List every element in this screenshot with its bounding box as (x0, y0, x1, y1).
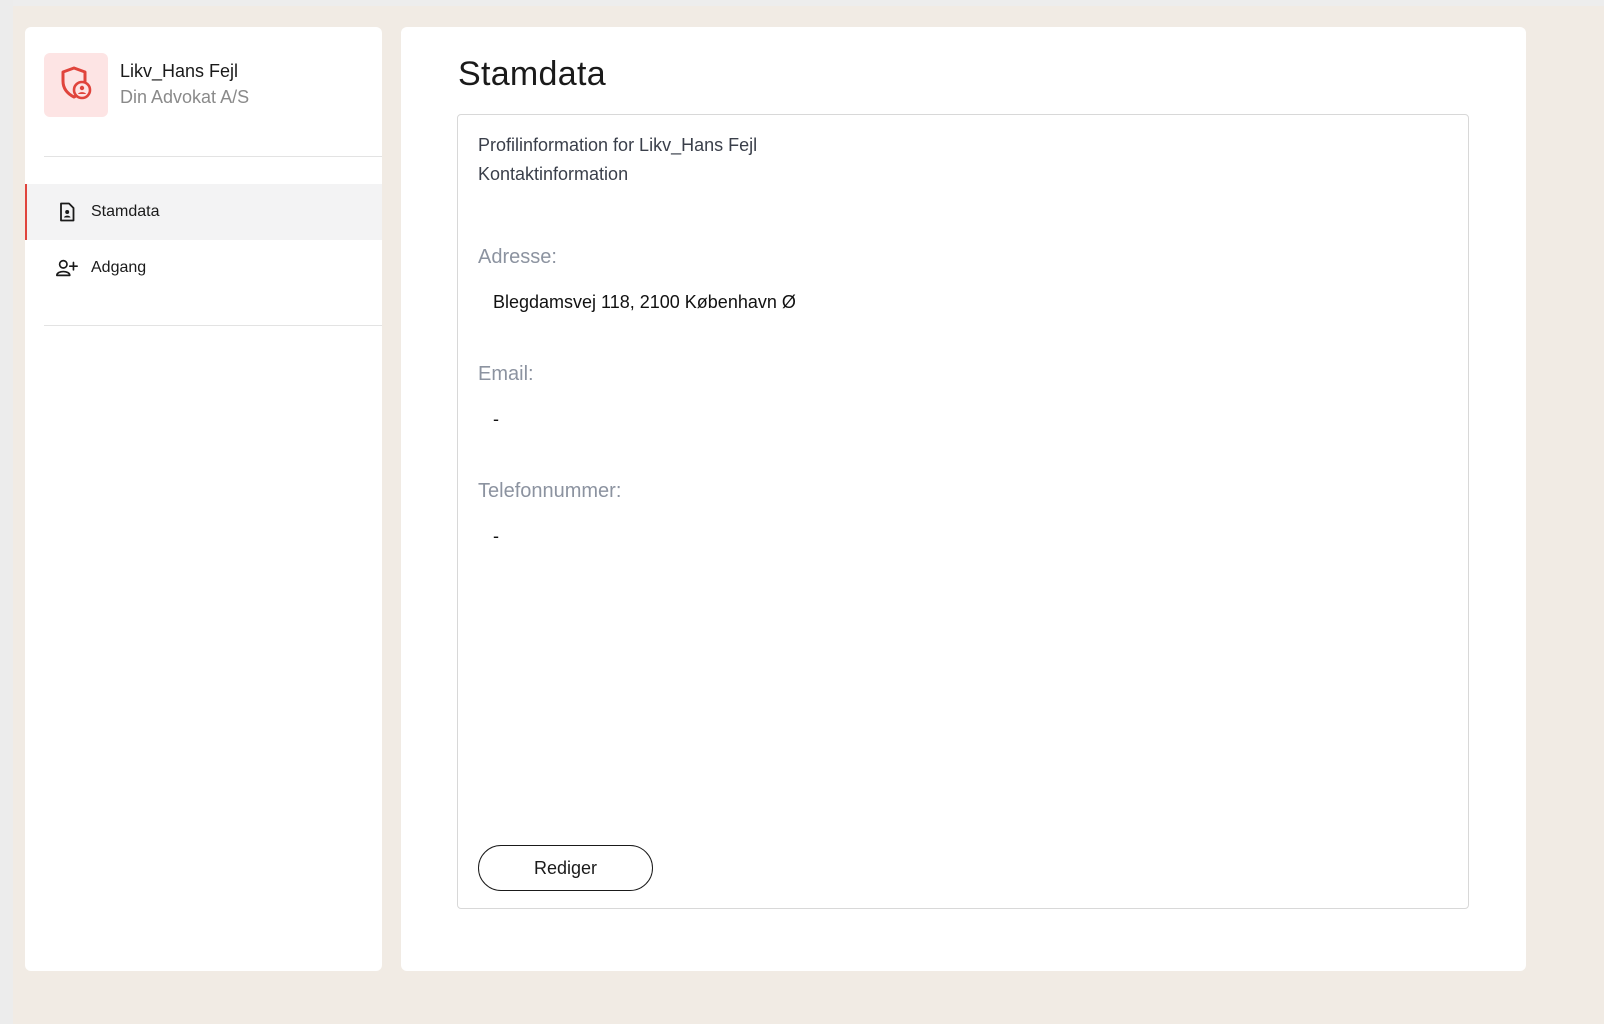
sidebar-item-adgang[interactable]: Adgang (25, 240, 382, 296)
email-label: Email: (478, 363, 534, 385)
page-title: Stamdata (458, 55, 606, 93)
address-value: Blegdamsvej 118, 2100 København Ø (493, 292, 796, 312)
sidebar-nav: Stamdata Adgang (25, 184, 382, 296)
user-plus-icon (55, 256, 79, 280)
contact-card: Profilinformation for Likv_Hans Fejl Kon… (457, 114, 1469, 909)
profile-header: Likv_Hans Fejl Din Advokat A/S (44, 53, 249, 117)
email-value: - (493, 409, 499, 429)
sidebar-divider-bottom (44, 325, 382, 326)
sidebar-divider-top (44, 156, 382, 157)
edit-button[interactable]: Rediger (478, 845, 653, 891)
window-left-edge (0, 0, 13, 1024)
avatar (44, 53, 108, 117)
phone-label: Telefonnummer: (478, 480, 622, 502)
main-panel: Stamdata Profilinformation for Likv_Hans… (401, 27, 1526, 971)
profile-company: Din Advokat A/S (120, 87, 250, 107)
phone-value: - (493, 526, 499, 546)
profile-name: Likv_Hans Fejl (120, 61, 239, 81)
sidebar-item-label: Adgang (91, 259, 147, 276)
shield-user-icon (56, 63, 96, 108)
address-label: Adresse: (478, 246, 557, 268)
window-top-edge (0, 0, 1604, 6)
sidebar-item-stamdata[interactable]: Stamdata (25, 184, 382, 240)
contact-info-heading: Kontaktinformation (478, 164, 629, 184)
file-user-icon (55, 200, 79, 224)
sidebar-item-label: Stamdata (91, 203, 160, 220)
sidebar: Likv_Hans Fejl Din Advokat A/S Stamdata (25, 27, 382, 971)
profile-info-heading: Profilinformation for Likv_Hans Fejl (478, 135, 758, 155)
